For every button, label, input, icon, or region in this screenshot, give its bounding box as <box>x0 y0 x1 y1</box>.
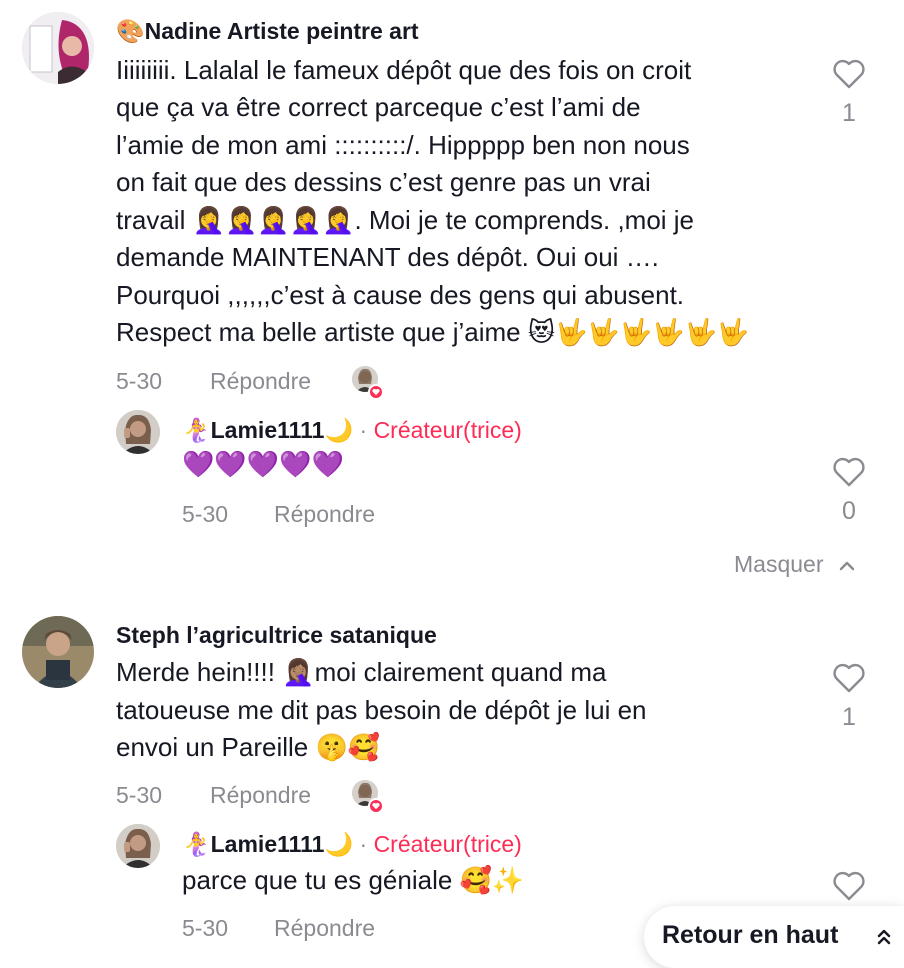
comment-text-line: on fait que des dessins c’est genre pas … <box>116 167 651 197</box>
comment-date: 5-30 <box>116 782 163 808</box>
separator-dot: · <box>359 417 368 443</box>
comment-text-line: tatoueuse me dit pas besoin de dépôt je … <box>116 695 647 725</box>
reply-text: parce que tu es géniale 🥰✨ <box>182 865 525 895</box>
comment-text-line: demande MAINTENANT des dépôt. Oui oui …. <box>116 242 659 272</box>
comment-text-line: Merde hein!!!! 🤦🏽‍♀️moi clairement quand… <box>116 657 607 687</box>
chevron-up-icon <box>839 561 855 571</box>
commenter-avatar[interactable] <box>22 616 94 688</box>
separator-dot: · <box>359 831 368 857</box>
reply-text: 💜💜💜💜💜 <box>182 449 344 479</box>
comment-text-line: Respect ma belle artiste que j’aime 😻🤟🤟🤟… <box>116 317 750 347</box>
double-chevron-up-icon <box>877 929 891 945</box>
reply-author-line: 🧜‍♀️Lamie1111🌙 · Créateur(trice) <box>182 415 522 445</box>
liked-by-creator-badge <box>352 366 384 400</box>
heart-outline-icon[interactable] <box>832 870 866 902</box>
hide-replies-label: Masquer <box>734 551 824 577</box>
creator-heart-badge-icon <box>368 798 384 814</box>
back-to-top-label: Retour en haut <box>662 921 839 949</box>
like-count: 0 <box>842 497 856 525</box>
heart-outline-icon[interactable] <box>832 456 866 488</box>
reply-button[interactable]: Répondre <box>210 366 311 396</box>
reply-author-name[interactable]: 🧜‍♀️Lamie1111🌙 <box>182 831 353 857</box>
commenter-avatar[interactable] <box>22 12 94 84</box>
comment-text-line: envoi un Pareille 🤫🥰 <box>116 732 381 762</box>
reply-button[interactable]: Répondre <box>274 499 375 529</box>
heart-outline-icon[interactable] <box>832 58 866 90</box>
commenter-name[interactable]: 🎨Nadine Artiste peintre art <box>116 16 419 46</box>
creator-badge: Créateur(trice) <box>373 417 522 443</box>
like-count: 1 <box>842 703 856 731</box>
creator-badge: Créateur(trice) <box>373 831 522 857</box>
commenter-name[interactable]: Steph l’agricultrice satanique <box>116 620 437 650</box>
comment-date: 5-30 <box>116 368 163 394</box>
comment-text-line: Pourquoi ,,,,,,c’est à cause des gens qu… <box>116 280 685 310</box>
reply-date: 5-30 <box>182 501 229 527</box>
reply-button[interactable]: Répondre <box>274 913 375 943</box>
comment-text-line: que ça va être correct parceque c’est l’… <box>116 92 641 122</box>
creator-avatar[interactable] <box>116 824 160 868</box>
creator-avatar[interactable] <box>116 410 160 454</box>
comment-text-line: travail 🤦‍♀️🤦‍♀️🤦‍♀️🤦‍♀️🤦‍♀️. Moi je te … <box>116 205 695 235</box>
heart-outline-icon[interactable] <box>832 662 866 694</box>
creator-heart-badge-icon <box>368 384 384 400</box>
comment-text-line: l’amie de mon ami ::::::::::/. Hippppp b… <box>116 130 690 160</box>
reply-author-name[interactable]: 🧜‍♀️Lamie1111🌙 <box>182 417 353 443</box>
comment-text-line: Iiiiiiiii. Lalalal le fameux dépôt que d… <box>116 55 692 85</box>
hide-replies-button[interactable]: Masquer <box>734 549 856 579</box>
reply-date: 5-30 <box>182 915 229 941</box>
like-count: 1 <box>842 99 856 127</box>
reply-author-line: 🧜‍♀️Lamie1111🌙 · Créateur(trice) <box>182 829 522 859</box>
reply-button[interactable]: Répondre <box>210 780 311 810</box>
back-to-top-button[interactable]: Retour en haut <box>644 906 904 968</box>
liked-by-creator-badge <box>352 780 384 814</box>
